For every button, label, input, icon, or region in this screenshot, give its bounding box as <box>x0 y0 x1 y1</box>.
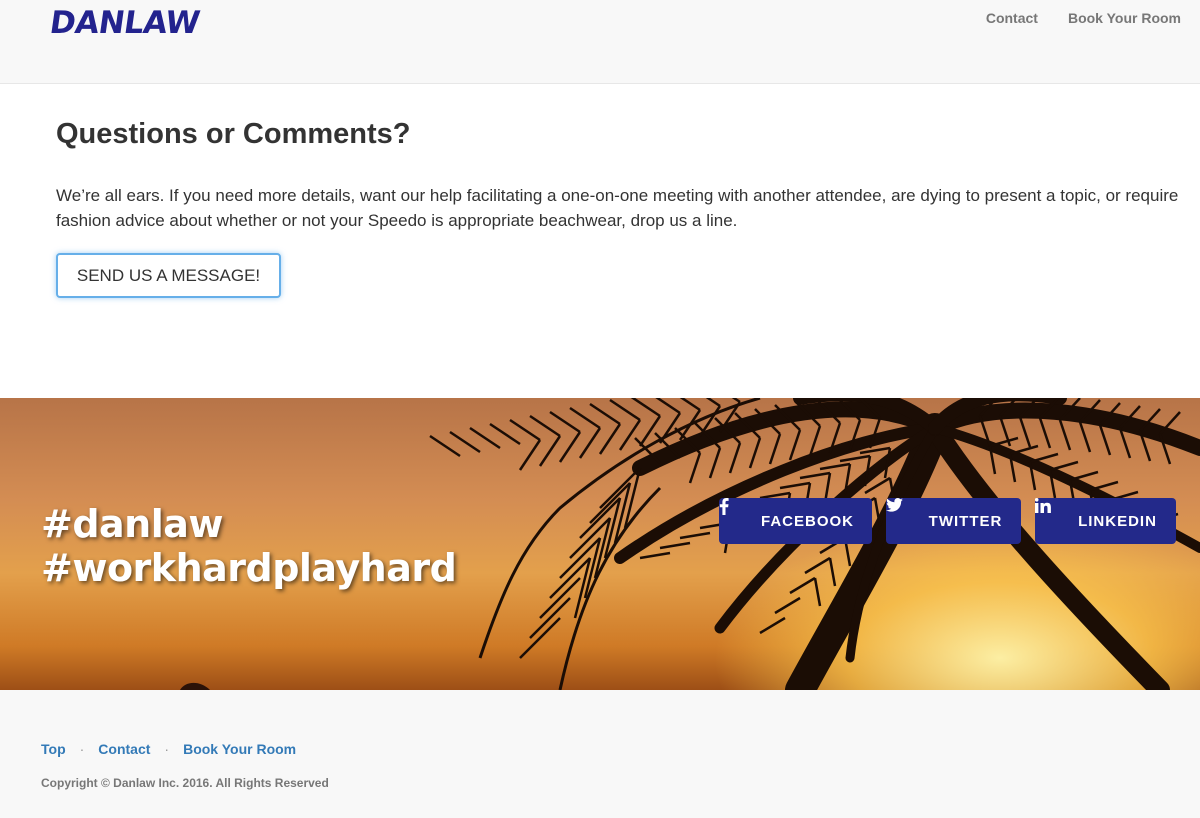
contact-section: Questions or Comments? We’re all ears. I… <box>0 84 1200 398</box>
footer-separator: · <box>164 741 170 757</box>
top-navbar: DANLAW Contact Book Your Room <box>0 0 1200 84</box>
facebook-button[interactable]: FACEBOOK <box>719 498 872 544</box>
send-message-button[interactable]: SEND US A MESSAGE! <box>56 253 281 298</box>
footer-book-room-link[interactable]: Book Your Room <box>183 741 296 757</box>
beach-banner: #danlaw #workhardplayhard FACEBOOK TWITT… <box>0 398 1200 690</box>
footer-links: Top · Contact · Book Your Room <box>41 741 296 757</box>
nav-book-room-link[interactable]: Book Your Room <box>1068 10 1181 26</box>
footer-separator: · <box>79 741 85 757</box>
nav-contact-link[interactable]: Contact <box>986 10 1038 26</box>
hashtag-danlaw: #danlaw <box>41 502 224 546</box>
footer-top-link[interactable]: Top <box>41 741 66 757</box>
hashtag-workhardplayhard: #workhardplayhard <box>41 546 457 590</box>
nav-links: Contact Book Your Room <box>986 10 1181 26</box>
footer: Top · Contact · Book Your Room Copyright… <box>0 690 1200 818</box>
copyright-text: Copyright © Danlaw Inc. 2016. All Rights… <box>41 776 329 790</box>
twitter-button[interactable]: TWITTER <box>886 498 1021 544</box>
footer-contact-link[interactable]: Contact <box>98 741 150 757</box>
section-heading: Questions or Comments? <box>56 118 411 150</box>
danlaw-logo[interactable]: DANLAW <box>47 5 201 41</box>
twitter-label: TWITTER <box>928 512 1003 530</box>
linkedin-button[interactable]: LINKEDIN <box>1035 498 1176 544</box>
section-paragraph: We’re all ears. If you need more details… <box>56 186 1179 230</box>
facebook-label: FACEBOOK <box>760 512 854 530</box>
facebook-icon <box>719 498 753 529</box>
hashtags: #danlaw #workhardplayhard <box>41 502 457 590</box>
twitter-icon <box>886 498 921 529</box>
linkedin-icon <box>1035 498 1070 529</box>
linkedin-label: LINKEDIN <box>1078 512 1157 530</box>
